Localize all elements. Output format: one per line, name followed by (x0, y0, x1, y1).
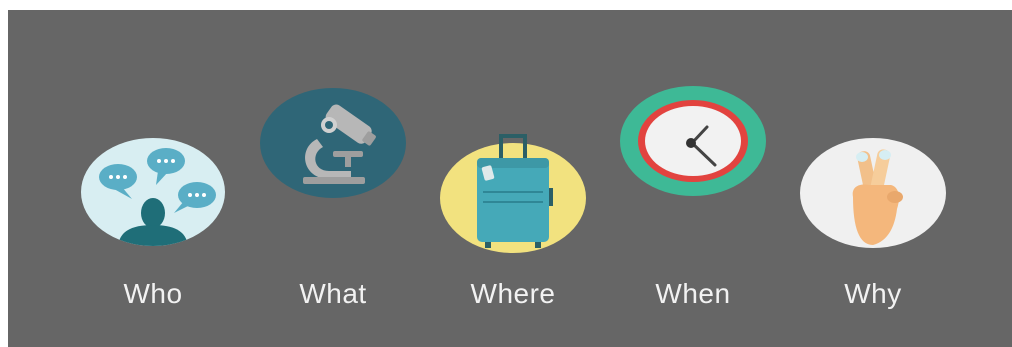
when-label: When (655, 278, 731, 309)
people-chat-icon (81, 138, 225, 246)
background-panel: Who What Where When Why (8, 10, 1012, 347)
what-item: What (243, 10, 423, 347)
where-label: Where (470, 278, 556, 309)
microscope-icon (260, 88, 406, 198)
clock-icon (620, 86, 766, 196)
what-label: What (299, 278, 367, 309)
crossed-fingers-icon (800, 138, 946, 248)
where-item: Where (423, 10, 603, 347)
who-item: Who (63, 10, 243, 347)
when-item: When (603, 10, 783, 347)
why-item: Why (783, 10, 963, 347)
why-label: Why (844, 278, 902, 309)
who-label: Who (123, 278, 183, 309)
suitcase-icon (440, 134, 586, 253)
